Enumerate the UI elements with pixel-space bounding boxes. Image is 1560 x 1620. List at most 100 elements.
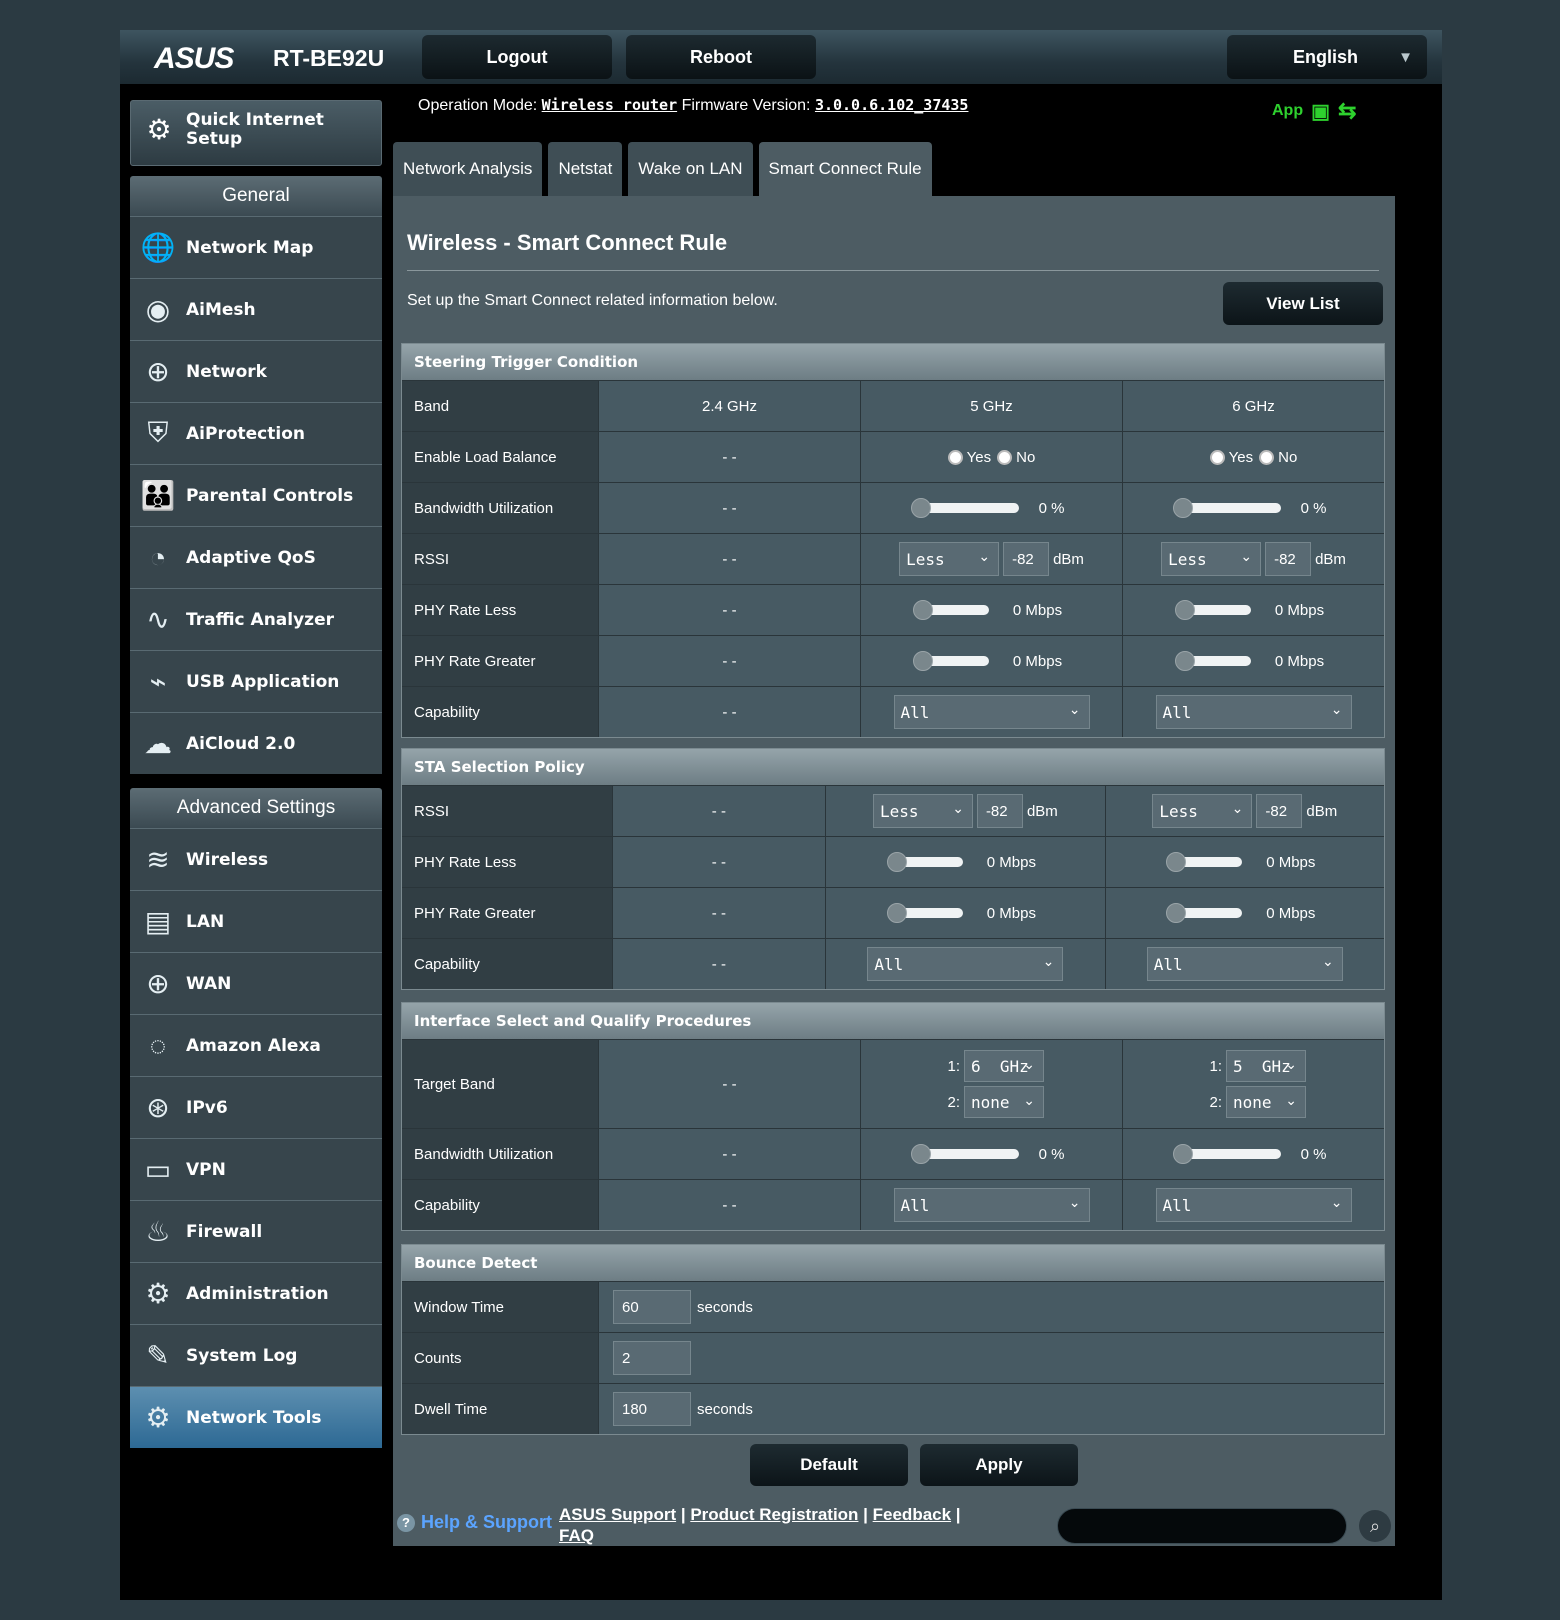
bw-util-5-slider[interactable] [910,498,1019,518]
usb-status-icon[interactable]: ⇆ [1338,98,1356,124]
slider-knob[interactable] [910,1144,931,1164]
sidebar-item-aicloud-2-0[interactable]: ☁ AiCloud 2.0 [130,712,382,774]
reboot-button[interactable]: Reboot [626,35,816,79]
sidebar-item-usb-application[interactable]: ⌁ USB Application [130,650,382,712]
view-list-button[interactable]: View List [1223,282,1383,325]
sidebar-item-administration[interactable]: ⚙ Administration [130,1262,382,1324]
sta-rssi-5-input[interactable]: -82 [976,794,1023,828]
sidebar-item-wireless[interactable]: ≋ Wireless [130,828,382,890]
counts-input[interactable]: 2 [613,1341,691,1375]
slider-knob[interactable] [1166,903,1187,923]
sta-capability-5-select[interactable]: All ⌄ [867,947,1064,981]
sidebar-item-traffic-analyzer[interactable]: ∿ Traffic Analyzer [130,588,382,650]
sta-phy-less-5-slider[interactable] [886,852,963,872]
chevron-down-icon: ⌄ [1285,1057,1297,1073]
phy-less-5-slider[interactable] [912,600,989,620]
firmware-link[interactable]: 3.0.0.6.102_37435 [815,96,969,114]
chevron-down-icon: ⌄ [1068,1195,1081,1211]
tab-network-analysis[interactable]: Network Analysis [393,142,543,196]
bw-util-6-slider[interactable] [1172,498,1281,518]
asus-logo: ASUS [154,42,234,75]
slider-knob[interactable] [910,498,931,518]
capability-5-select[interactable]: All ⌄ [893,695,1090,729]
feedback-link[interactable]: Feedback [873,1505,951,1524]
app-device-icon[interactable]: ▣ [1311,99,1330,124]
slider-knob[interactable] [886,903,907,923]
default-button[interactable]: Default [750,1444,908,1486]
load-balance-6-yes-radio[interactable] [1209,449,1225,465]
window-time-cell: 60 seconds [598,1282,1384,1332]
rssi-5-input[interactable]: -82 [1003,542,1050,576]
tab-smart-connect-rule[interactable]: Smart Connect Rule [758,142,932,196]
sidebar-item-ipv6[interactable]: ⊛ IPv6 [130,1076,382,1138]
rssi-5-select[interactable]: Less ⌄ [899,542,1000,576]
search-icon[interactable]: ⌕ [1359,1510,1391,1542]
sidebar-item-aimesh[interactable]: ◉ AiMesh [130,278,382,340]
iface-capability-6-select[interactable]: All ⌄ [1155,1188,1352,1222]
sta-rssi-5-select[interactable]: Less ⌄ [872,794,973,828]
sta-rssi-6-select[interactable]: Less ⌄ [1152,794,1253,828]
iface-bw-util-5-slider[interactable] [910,1144,1019,1164]
product-registration-link[interactable]: Product Registration [690,1505,858,1524]
sidebar-item-wan[interactable]: ⊕ WAN [130,952,382,1014]
slider-knob[interactable] [1174,600,1195,620]
rssi-6-input[interactable]: -82 [1265,542,1312,576]
slider-knob[interactable] [1166,852,1187,872]
sidebar-item-vpn[interactable]: ▭ VPN [130,1138,382,1200]
load-balance-5-yes-radio[interactable] [947,449,963,465]
sidebar-item-aiprotection[interactable]: ⛨ AiProtection [130,402,382,464]
sidebar-item-firewall[interactable]: ♨ Firewall [130,1200,382,1262]
sta-phy-less-6-slider[interactable] [1166,852,1243,872]
tab-wake-on-lan[interactable]: Wake on LAN [628,142,753,196]
window-time-input[interactable]: 60 [613,1290,691,1324]
slider-knob[interactable] [886,852,907,872]
sidebar-item-adaptive-qos[interactable]: ◔ Adaptive QoS [130,526,382,588]
iface-capability-5-select[interactable]: All ⌄ [893,1188,1090,1222]
sidebar-item-parental-controls[interactable]: 👪 Parental Controls [130,464,382,526]
search-input[interactable] [1057,1508,1347,1544]
slider-knob[interactable] [1172,1144,1193,1164]
phy-greater-6-slider[interactable] [1174,651,1251,671]
sta-capability-6-select[interactable]: All ⌄ [1146,947,1343,981]
target-band-6-select-2[interactable]: none ⌄ [1226,1086,1306,1118]
load-balance-5-no-radio[interactable] [997,449,1013,465]
iface-bw-util-6-slider[interactable] [1172,1144,1281,1164]
sta-phy-greater-5-slider[interactable] [886,903,963,923]
slider-knob[interactable] [1172,498,1193,518]
slider-knob[interactable] [912,600,933,620]
target-band-5-select-2[interactable]: none ⌄ [964,1086,1044,1118]
sidebar-item-lan[interactable]: ▤ LAN [130,890,382,952]
operation-mode-link[interactable]: Wireless router [542,96,677,114]
faq-link[interactable]: FAQ [559,1526,594,1545]
phy-less-6-slider[interactable] [1174,600,1251,620]
apply-button[interactable]: Apply [920,1444,1078,1486]
wan-globe-icon: ⊕ [146,968,170,999]
sta-rssi-6-input[interactable]: -82 [1256,794,1303,828]
sidebar-item-network-map[interactable]: 🌐 Network Map [130,216,382,278]
sidebar-item-system-log[interactable]: ✎ System Log [130,1324,382,1386]
language-select[interactable]: English ▼ [1227,35,1427,79]
capability-6-select[interactable]: All ⌄ [1155,695,1352,729]
chevron-down-icon: ⌄ [978,549,991,565]
sidebar-item-amazon-alexa[interactable]: ◌ Amazon Alexa [130,1014,382,1076]
help-support[interactable]: ? Help & Support [397,1512,552,1533]
sidebar-item-network[interactable]: ⊕ Network [130,340,382,402]
phy-greater-5-slider[interactable] [912,651,989,671]
sta-phy-greater-6-slider[interactable] [1166,903,1243,923]
rssi-6-select[interactable]: Less ⌄ [1161,542,1262,576]
logout-button[interactable]: Logout [422,35,612,79]
slider-knob[interactable] [912,651,933,671]
target-band-6-select-1[interactable]: 5 GHz ⌄ [1226,1050,1306,1082]
target-band-5-select-1[interactable]: 6 GHz ⌄ [964,1050,1044,1082]
tab-netstat[interactable]: Netstat [548,142,623,196]
target-band-24: - - [598,1040,860,1128]
load-balance-6-no-radio[interactable] [1259,449,1275,465]
slider-knob[interactable] [1174,651,1195,671]
phy-less-6-value: 0 Mbps [1274,601,1325,619]
sta-selection-table: STA Selection Policy RSSI - - Less ⌄ -82 … [401,748,1385,990]
sidebar-item-network-tools[interactable]: ⚙ Network Tools [130,1386,382,1448]
quick-internet-setup[interactable]: ⚙ Quick Internet Setup [130,100,382,166]
asus-support-link[interactable]: ASUS Support [559,1505,676,1524]
app-link[interactable]: App [1272,102,1303,120]
dwell-time-input[interactable]: 180 [613,1392,691,1426]
